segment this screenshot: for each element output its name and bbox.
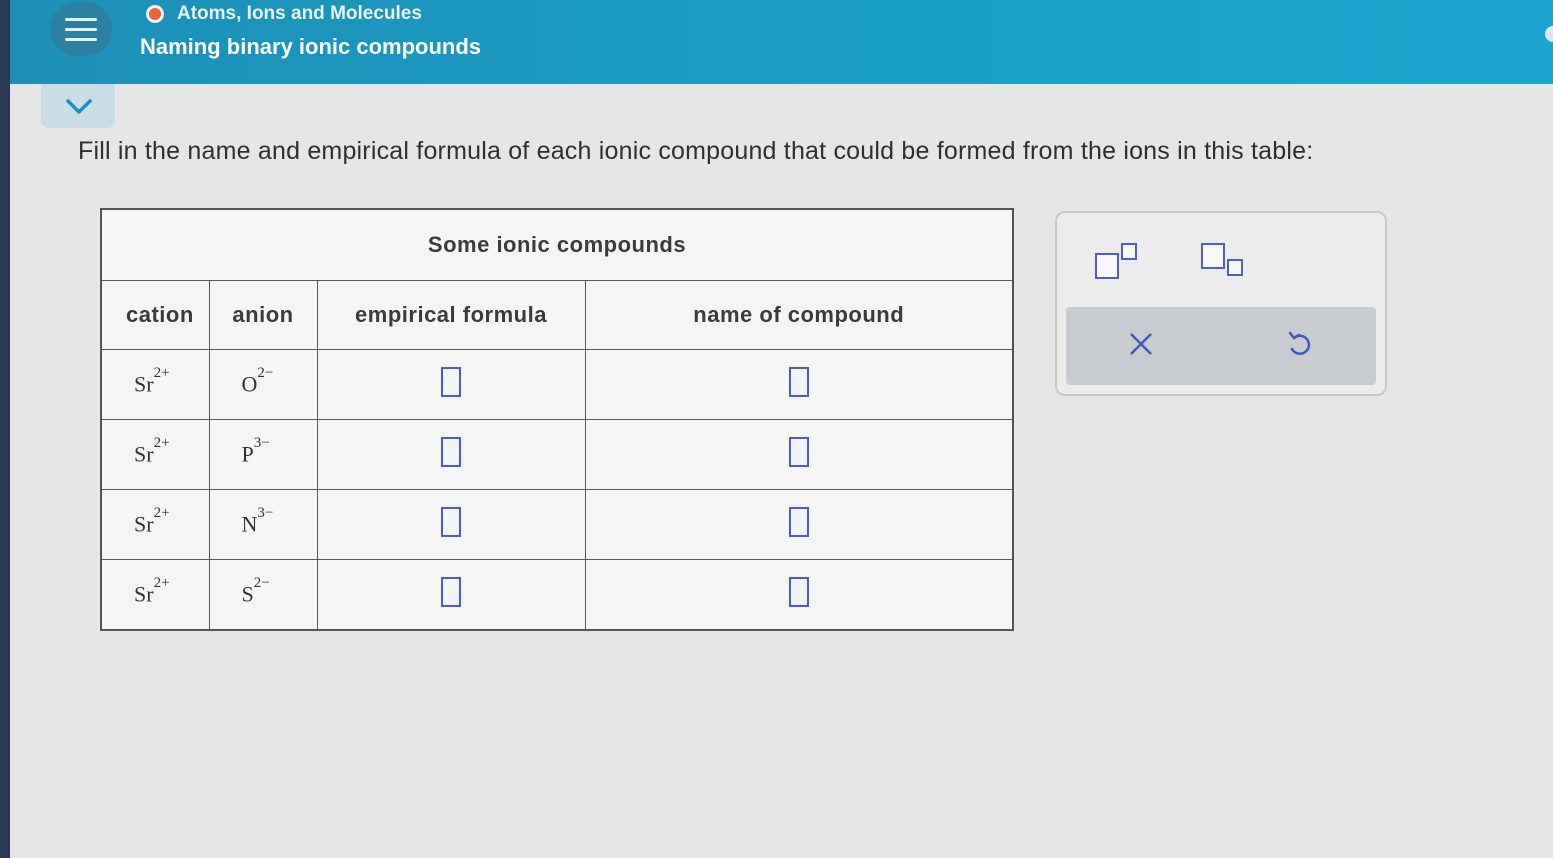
cation-charge: 2+ [153,365,170,382]
anion-cell: P3− [208,419,318,490]
anion-symbol: S [241,581,254,607]
anion-cell: O2− [208,349,318,420]
anion-symbol: P [241,441,254,467]
formula-cell [316,489,586,560]
top-bar: Atoms, Ions and Molecules Naming binary … [10,0,1553,84]
superscript-box [1121,243,1137,260]
base-box [1201,243,1225,269]
anion-charge: 2− [257,365,274,382]
name-input[interactable] [788,577,809,607]
undo-button[interactable] [1284,329,1314,364]
name-cell [584,349,1014,420]
cation-cell: Sr2+ [100,559,210,631]
cation-symbol: Sr [134,581,154,607]
subscript-template-icon[interactable] [1199,241,1249,281]
formula-cell [316,419,586,490]
answer-tools-panel [1055,211,1387,396]
anion-symbol: O [241,371,258,397]
name-input[interactable] [788,437,809,467]
base-box [1095,253,1119,279]
menu-icon [65,18,97,21]
formula-input[interactable] [441,367,461,397]
anion-charge: 2− [253,575,270,592]
name-input[interactable] [788,367,809,397]
anion-cell: S2− [208,559,318,631]
cation-symbol: Sr [134,371,154,397]
cation-cell: Sr2+ [100,349,210,420]
column-header-formula: empirical formula [316,280,586,350]
anion-charge: 3− [257,505,274,522]
name-input[interactable] [788,507,809,537]
menu-icon-line [65,28,97,31]
cation-symbol: Sr [134,511,154,537]
name-cell [584,559,1014,631]
page-title: Naming binary ionic compounds [140,34,482,59]
superscript-template-icon[interactable] [1093,241,1143,281]
topic-status-icon [146,5,164,23]
column-header-name: name of compound [584,280,1014,350]
formula-cell [316,559,586,631]
collapse-button[interactable] [41,84,115,128]
table-row: Sr2+ N3− [100,489,1014,560]
table-row: Sr2+ O2− [100,349,1014,420]
side-panel-handle[interactable] [1545,26,1553,42]
anion-cell: N3− [208,489,318,560]
clear-icon [1130,333,1152,355]
cation-charge: 2+ [153,435,170,452]
undo-icon [1288,331,1311,356]
column-header-anion: anion [208,280,318,350]
cation-charge: 2+ [153,505,170,522]
cation-cell: Sr2+ [100,489,210,560]
table-row: Sr2+ S2− [100,559,1014,631]
window-edge [0,0,10,858]
ionic-compounds-table: Some ionic compounds cation anion empiri… [100,208,1014,631]
anion-symbol: N [241,511,258,537]
cation-charge: 2+ [153,575,170,592]
cation-cell: Sr2+ [100,419,210,490]
chevron-down-icon [66,99,92,114]
formula-input[interactable] [441,437,461,467]
cation-symbol: Sr [134,441,154,467]
name-cell [584,489,1014,560]
action-bar [1066,307,1376,385]
question-prompt: Fill in the name and empirical formula o… [78,137,1314,165]
clear-button[interactable] [1128,331,1154,362]
menu-icon-line [65,38,97,41]
menu-button[interactable] [50,2,112,56]
formula-input[interactable] [441,507,461,537]
name-cell [584,419,1014,490]
formula-input[interactable] [441,577,461,607]
subscript-box [1227,259,1243,276]
anion-charge: 3− [253,435,270,452]
table-row: Sr2+ P3− [100,419,1014,490]
formula-cell [316,349,586,420]
column-header-cation: cation [100,280,210,350]
table-caption: Some ionic compounds [100,208,1014,281]
topic-label[interactable]: Atoms, Ions and Molecules [177,3,422,25]
